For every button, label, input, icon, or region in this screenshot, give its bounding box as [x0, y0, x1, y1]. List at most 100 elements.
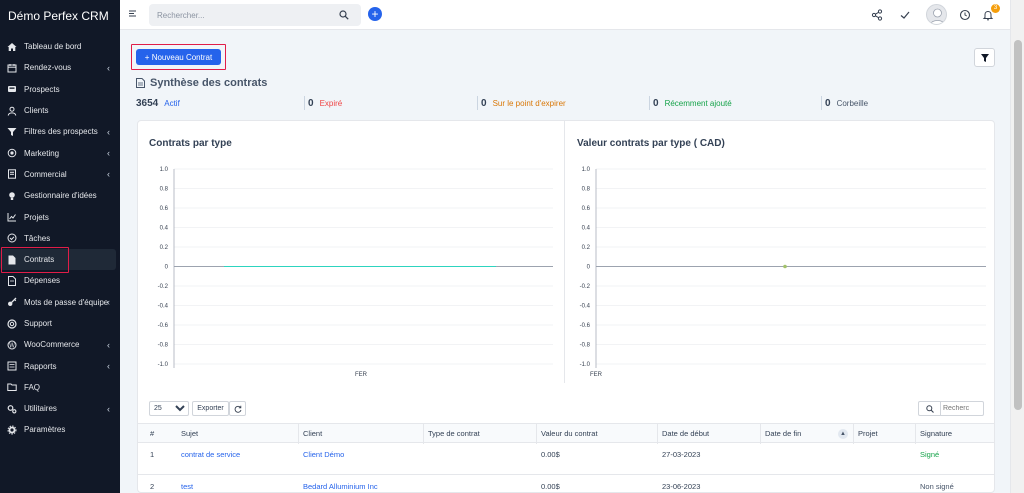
- y-tick-label: 0.6: [160, 206, 169, 212]
- stat-4[interactable]: 0 Corbeille: [821, 96, 869, 110]
- avatar[interactable]: [926, 4, 947, 25]
- sidebar-item-tableau-de-bord[interactable]: Tableau de bord: [0, 36, 120, 57]
- filter-button[interactable]: [974, 48, 995, 67]
- stat-divider: [304, 96, 305, 110]
- table-search-input[interactable]: [943, 403, 983, 414]
- cell-subject[interactable]: contrat de service: [181, 444, 240, 465]
- table-search-button[interactable]: [919, 402, 941, 415]
- cell-client[interactable]: Bedard Alluminium Inc: [303, 476, 378, 493]
- sidebar-item-contrats[interactable]: Contrats: [0, 246, 116, 274]
- sidebar: Démo Perfex CRM Tableau de bord Rendez-vo…: [0, 0, 120, 493]
- stat-2[interactable]: 0 Sur le point d'expirer: [477, 96, 566, 110]
- table-row[interactable]: 2 test Bedard Alluminium Inc 0.00$ 23-06-202…: [138, 476, 994, 493]
- chevron-left-icon: ‹: [107, 126, 110, 137]
- data-point[interactable]: [783, 264, 787, 269]
- balance-icon: [7, 169, 17, 180]
- sidebar-item-projets[interactable]: Projets: [0, 206, 120, 227]
- sidebar-item-commercial[interactable]: Commercial ‹: [0, 164, 120, 185]
- menu-toggle-icon[interactable]: [129, 10, 136, 17]
- column-header-6[interactable]: Date de fin: [760, 424, 801, 444]
- cell-subject[interactable]: test: [181, 476, 193, 493]
- sidebar-item-label: FAQ: [24, 382, 41, 392]
- cell-start: 27-03-2023: [662, 450, 701, 459]
- sidebar-nav: Tableau de bord Rendez-vous ‹ Prospects Clie…: [0, 36, 120, 441]
- user-icon: [7, 106, 17, 116]
- new-contract-button[interactable]: + Nouveau Contrat: [136, 49, 221, 65]
- sidebar-item-depenses[interactable]: Dépenses: [0, 270, 120, 291]
- y-tick-label: -1.0: [580, 362, 591, 368]
- sidebar-item-parametres[interactable]: Paramètres: [0, 419, 120, 440]
- file-icon: [7, 255, 17, 265]
- cell-start: 23-06-2023: [662, 482, 701, 491]
- y-tick-label: 0.2: [160, 245, 169, 251]
- sidebar-item-rapports[interactable]: Rapports ‹: [0, 355, 120, 376]
- sidebar-item-faq[interactable]: FAQ: [0, 377, 120, 398]
- brand-logo[interactable]: Démo Perfex CRM: [0, 0, 120, 32]
- sidebar-item-mots-de-passe-d-equipe[interactable]: Mots de passe d'équipe ‹: [0, 292, 120, 313]
- sidebar-item-taches[interactable]: Tâches: [0, 228, 120, 249]
- search-input[interactable]: [149, 4, 361, 26]
- page-size-select[interactable]: 25: [149, 401, 189, 416]
- sidebar-item-utilitaires[interactable]: Utilitaires ‹: [0, 398, 120, 419]
- chevron-left-icon: ‹: [107, 403, 110, 414]
- folder-icon: [7, 382, 17, 392]
- sidebar-item-filtres-des-prospects[interactable]: Filtres des prospects ‹: [0, 121, 120, 142]
- sidebar-item-label: Tableau de bord: [24, 42, 82, 52]
- scrollbar-thumb[interactable]: [1014, 40, 1022, 410]
- sidebar-item-gestionnaire-d-idees[interactable]: Gestionnaire d'idées: [0, 185, 120, 206]
- stat-label: Corbeille: [836, 98, 869, 108]
- sidebar-item-prospects[interactable]: Prospects: [0, 79, 120, 100]
- stat-label: Récemment ajouté: [664, 98, 732, 108]
- column-header-7[interactable]: Projet: [853, 424, 878, 444]
- stat-1[interactable]: 0 Expiré: [304, 96, 343, 110]
- sidebar-item-label: Clients: [24, 106, 49, 116]
- quick-create-button[interactable]: +: [368, 7, 382, 21]
- stat-count: 3654: [136, 97, 159, 109]
- stat-0[interactable]: 3654 Actif: [136, 96, 180, 110]
- stat-divider: [821, 96, 822, 110]
- column-header-4[interactable]: Valeur du contrat: [536, 424, 598, 444]
- y-tick-label: 0.4: [582, 226, 591, 232]
- refresh-button[interactable]: [229, 401, 246, 416]
- sidebar-item-woocommerce[interactable]: W WooCommerce ‹: [0, 334, 120, 355]
- contract-stats: 3654 Actif 0 Expiré 0 Sur le point d'expirer 0…: [136, 96, 996, 110]
- column-header-0[interactable]: #: [150, 424, 154, 444]
- table-row[interactable]: 1 contrat de service Client Démo 0.00$ 27-03…: [138, 444, 994, 475]
- chevron-left-icon: ‹: [107, 361, 110, 372]
- column-header-2[interactable]: Client: [298, 424, 322, 444]
- sidebar-item-clients[interactable]: Clients: [0, 100, 120, 121]
- lifebuoy-icon: [7, 318, 17, 329]
- y-tick-label: -0.6: [580, 323, 591, 329]
- column-header-5[interactable]: Date de début: [657, 424, 709, 444]
- y-tick-label: -0.8: [580, 343, 591, 349]
- scrollbar[interactable]: [1010, 0, 1024, 493]
- column-header-1[interactable]: Sujet: [181, 424, 198, 444]
- clock-icon[interactable]: [959, 9, 971, 21]
- cell-client[interactable]: Client Démo: [303, 444, 344, 465]
- sidebar-item-support[interactable]: Support: [0, 313, 120, 334]
- share-icon[interactable]: [871, 9, 883, 21]
- refresh-icon: [234, 405, 241, 413]
- check-icon[interactable]: [899, 9, 911, 21]
- chart-icon: [7, 212, 17, 222]
- sidebar-item-label: Dépenses: [24, 276, 61, 286]
- stat-label: Expiré: [319, 98, 343, 108]
- y-tick-label: 1.0: [582, 167, 591, 173]
- sidebar-item-label: Gestionnaire d'idées: [24, 191, 97, 201]
- stat-count: 0: [308, 97, 314, 109]
- table-header: # Sujet Client Type de contrat Valeur du con…: [138, 423, 994, 444]
- sort-icon[interactable]: ▲: [838, 429, 848, 439]
- sidebar-item-rendez-vous[interactable]: Rendez-vous ‹: [0, 57, 120, 78]
- chart-panel-by-type: Contrats par type 1.0 0.8 0.6 0.4 0.2 0 -0.2 -0…: [138, 121, 565, 383]
- stat-3[interactable]: 0 Récemment ajouté: [649, 96, 732, 110]
- sidebar-item-marketing[interactable]: Marketing ‹: [0, 142, 120, 163]
- column-header-8[interactable]: Signature: [915, 424, 952, 444]
- sidebar-item-label: Prospects: [24, 84, 60, 94]
- search-icon[interactable]: [339, 10, 349, 20]
- export-button[interactable]: Exporter: [192, 401, 229, 416]
- lightbulb-icon: [7, 191, 17, 201]
- y-tick-label: 0.8: [160, 187, 169, 193]
- column-header-3[interactable]: Type de contrat: [423, 424, 480, 444]
- filter-icon: [980, 53, 989, 62]
- bullhorn-icon: [7, 148, 17, 158]
